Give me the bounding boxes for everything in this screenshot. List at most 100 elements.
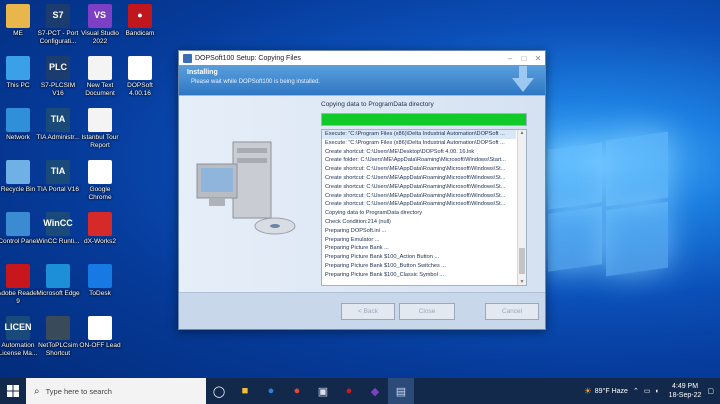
desktop-icon[interactable]: VS Visual Studio 2022: [78, 4, 122, 45]
notification-icon[interactable]: ▢: [707, 387, 714, 395]
desktop-icon-image: [88, 316, 112, 340]
desktop-icon-image: VS: [88, 4, 112, 28]
desktop-icon-label: Istanbul Tour Report: [81, 134, 119, 149]
desktop-icon-image: [6, 56, 30, 80]
desktop-icon[interactable]: PLC S7-PLCSIM V16: [36, 56, 80, 97]
desktop-icon-image: [6, 212, 30, 236]
desktop-icon[interactable]: ME: [0, 4, 40, 38]
file-explorer-icon[interactable]: ■: [232, 378, 258, 404]
desktop-icon-label: TIA Portal V16: [37, 186, 79, 193]
desktop-icon-image: ●: [128, 4, 152, 28]
log-line: Create shortcut: C:\Users\ME\AppData\Roa…: [325, 166, 506, 173]
desktop-icon-label: ME: [13, 30, 23, 37]
desktop-icon-label: WinCC Runti...: [36, 238, 80, 245]
minimize-icon[interactable]: –: [503, 54, 517, 63]
desktop-icon[interactable]: DOPSoft 4.00.16: [118, 56, 162, 97]
visual-studio-taskbar-icon[interactable]: ◆: [362, 378, 388, 404]
desktop-icon[interactable]: ToDesk: [78, 264, 122, 298]
log-line: Copying data to ProgramData directory: [325, 210, 423, 217]
desktop-icon-image: [6, 264, 30, 288]
clock-date: 18-Sep-22: [668, 392, 702, 399]
volume-icon[interactable]: ◖: [654, 388, 658, 395]
desktop-icon-image: [88, 212, 112, 236]
desktop-icon-label: Network: [6, 134, 30, 141]
desktop-icon[interactable]: dX-Works2: [78, 212, 122, 246]
scroll-down-icon[interactable]: ▼: [518, 279, 526, 285]
desktop-icon-image: TIA: [46, 108, 70, 132]
desktop-icon[interactable]: Istanbul Tour Report: [78, 108, 122, 149]
close-button[interactable]: Close: [399, 303, 455, 320]
progress-bar: [321, 113, 527, 126]
desktop-icon-image: [88, 108, 112, 132]
log-line: Preparing Emulator ...: [325, 236, 380, 243]
log-scrollbar[interactable]: ▲ ▼: [517, 130, 526, 285]
desktop-icon[interactable]: Adobe Reader 9: [0, 264, 40, 305]
desktop-icon[interactable]: NetToPLCsim Shortcut: [36, 316, 80, 357]
desktop-icon[interactable]: ● Bandicam: [118, 4, 162, 38]
log-line: Create shortcut: C:\Users\ME\AppData\Roa…: [325, 201, 506, 208]
desktop-icon-image: [88, 160, 112, 184]
installer-window[interactable]: DOPSoft100 Setup: Copying Files – □ ✕ In…: [178, 50, 546, 330]
desktop-icon-label: Microsoft Edge: [36, 290, 80, 297]
store-taskbar-icon[interactable]: ▣: [310, 378, 336, 404]
desktop-icon-label: This PC: [6, 82, 30, 89]
cancel-button[interactable]: Cancel: [485, 303, 539, 320]
clock[interactable]: 4:49 PM 18-Sep-22: [669, 382, 702, 400]
desktop-icon-image: [46, 316, 70, 340]
desktop-icon[interactable]: Microsoft Edge: [36, 264, 80, 298]
log-line: Check Condition:214 (null): [325, 218, 391, 225]
log-line: Create shortcut: C:\Users\ME\AppData\Roa…: [325, 192, 506, 199]
desktop-icon[interactable]: LICEN Automation License Ma...: [0, 316, 40, 357]
download-arrow-icon: [512, 66, 534, 92]
desktop-icon-image: [6, 160, 30, 184]
desktop-icon[interactable]: New Text Document: [78, 56, 122, 97]
installer-body: Copying data to ProgramData directory Ex…: [179, 96, 545, 292]
desktop-icon-image: PLC: [46, 56, 70, 80]
desktop-icon[interactable]: ON-OFF Lead: [78, 316, 122, 350]
log-line: Preparing Picture Bank ...: [325, 245, 389, 252]
desktop-icon[interactable]: TIA TIA Portal V16: [36, 160, 80, 194]
log-line: Preparing Picture Bank $100_Button Switc…: [325, 262, 446, 269]
title-bar[interactable]: DOPSoft100 Setup: Copying Files – □ ✕: [179, 51, 545, 65]
task-view-icon[interactable]: ◯: [206, 378, 232, 404]
bandicam-taskbar-icon[interactable]: ●: [336, 378, 362, 404]
close-icon[interactable]: ✕: [531, 54, 545, 63]
taskbar: ⌕ Type here to search ◯ ■ ● ● ▣ ● ◆ ▤ ☀ …: [0, 378, 720, 404]
desktop-icon-image: [88, 56, 112, 80]
desktop-icon-label: TIA Administr...: [36, 134, 80, 141]
wallpaper-logo: [548, 128, 668, 278]
tray-chevron-icon[interactable]: ⌃: [633, 387, 639, 395]
desktop-icon[interactable]: S7 S7-PCT - Port Configurati...: [36, 4, 80, 45]
desktop-icon-label: Adobe Reader 9: [0, 290, 39, 305]
start-button[interactable]: [0, 378, 26, 404]
desktop-icon-label: Bandicam: [125, 30, 155, 37]
desktop-icon-image: LICEN: [5, 316, 32, 340]
installer-taskbar-icon[interactable]: ▤: [388, 378, 414, 404]
desktop-icon-label: NetToPLCsim Shortcut: [38, 342, 78, 357]
desktop-icon[interactable]: Network: [0, 108, 40, 142]
desktop-icon-label: Automation License Ma...: [0, 342, 38, 357]
desktop-icon[interactable]: WinCC WinCC Runti...: [36, 212, 80, 246]
desktop-icon-label: S7-PCT - Port Configurati...: [37, 30, 79, 45]
clock-time: 4:49 PM: [671, 383, 699, 390]
maximize-icon[interactable]: □: [517, 54, 531, 63]
desktop-icon[interactable]: Recycle Bin: [0, 160, 40, 194]
desktop-icon[interactable]: TIA TIA Administr...: [36, 108, 80, 142]
header-title: Installing: [187, 69, 218, 76]
desktop-icon[interactable]: Control Panel: [0, 212, 40, 246]
desktop-icon-label: Google Chrome: [88, 186, 112, 201]
install-log[interactable]: Execute: "C:\Program Files (x86)\Delta I…: [321, 129, 527, 286]
scroll-up-icon[interactable]: ▲: [518, 130, 526, 136]
log-line: Preparing DOPSoft.ini ...: [325, 227, 387, 234]
chrome-taskbar-icon[interactable]: ●: [284, 378, 310, 404]
weather-text[interactable]: 89°F Haze: [595, 388, 628, 395]
scroll-thumb[interactable]: [519, 248, 525, 274]
back-button[interactable]: < Back: [341, 303, 395, 320]
desktop-icon[interactable]: Google Chrome: [78, 160, 122, 201]
desktop-icon-label: ToDesk: [89, 290, 111, 297]
network-icon[interactable]: ▭: [644, 387, 651, 395]
edge-taskbar-icon[interactable]: ●: [258, 378, 284, 404]
taskbar-search[interactable]: ⌕ Type here to search: [26, 378, 206, 404]
desktop-icon-image: [128, 56, 152, 80]
desktop-icon[interactable]: This PC: [0, 56, 40, 90]
